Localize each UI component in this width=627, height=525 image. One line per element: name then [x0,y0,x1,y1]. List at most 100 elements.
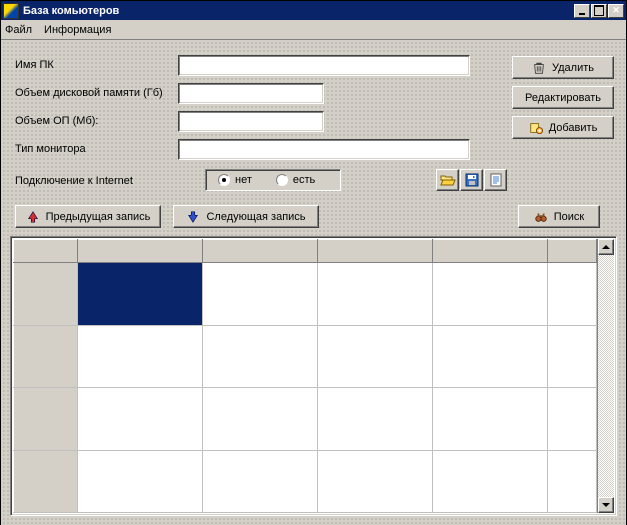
scroll-up-button[interactable] [598,239,614,255]
edit-button[interactable]: Редактировать [512,86,614,109]
label-pc-name: Имя ПК [15,59,54,71]
edit-label: Редактировать [525,92,601,104]
app-icon [3,3,19,19]
report-button[interactable] [484,169,507,191]
open-folder-icon [440,172,456,188]
label-internet: Подключение к Internet [15,175,133,187]
scroll-down-button[interactable] [598,497,614,513]
close-icon: ✕ [612,6,620,15]
grid-cell[interactable] [78,325,203,388]
maximize-icon [594,5,604,16]
monitor-input[interactable] [179,140,469,159]
grid-cell-selected[interactable] [78,263,203,326]
grid-cell[interactable] [433,263,548,326]
grid-cell[interactable] [433,388,548,451]
grid-cell[interactable] [203,388,318,451]
save-button[interactable] [460,169,483,191]
report-icon [488,172,504,188]
radio-yes-label: есть [293,174,315,186]
chevron-down-icon [602,503,610,507]
label-ram: Объем ОП (Мб): [15,115,98,127]
pc-name-field[interactable] [178,55,470,76]
col-header[interactable] [318,240,433,263]
grid-cell[interactable] [318,450,433,513]
col-header[interactable] [203,240,318,263]
grid-cell[interactable] [203,263,318,326]
close-button[interactable]: ✕ [608,4,624,18]
grid-cell[interactable] [78,450,203,513]
grid-cell[interactable] [548,263,597,326]
application-window: База комьютеров ✕ Файл Информация Имя ПК… [0,0,627,525]
grid-table [13,239,597,513]
next-record-button[interactable]: Следующая запись [173,205,319,228]
open-button[interactable] [436,169,459,191]
grid-cell[interactable] [318,388,433,451]
grid-row[interactable] [14,263,597,326]
grid-cell[interactable] [318,325,433,388]
minimize-button[interactable] [574,4,590,18]
grid-cell[interactable] [203,325,318,388]
data-grid[interactable] [10,236,617,516]
next-label: Следующая запись [206,211,305,223]
arrow-up-icon [26,210,40,224]
grid-cell[interactable] [548,450,597,513]
prev-label: Предыдущая запись [46,211,151,223]
col-header[interactable] [548,240,597,263]
menu-file[interactable]: Файл [5,24,32,36]
delete-button[interactable]: Удалить [512,56,614,79]
window-title: База комьютеров [23,5,119,17]
disk-input[interactable] [179,84,323,103]
grid-cell[interactable] [433,325,548,388]
scroll-track[interactable] [598,255,614,497]
trash-icon [532,61,546,75]
maximize-button[interactable] [591,4,607,18]
grid-row[interactable] [14,450,597,513]
label-monitor: Тип монитора [15,143,86,155]
grid-cell[interactable] [548,325,597,388]
monitor-field[interactable] [178,139,470,160]
vertical-scrollbar[interactable] [597,239,614,513]
search-button[interactable]: Поиск [518,205,600,228]
radio-no-label: нет [235,174,252,186]
grid-header-row [14,240,597,263]
grid-cell[interactable] [78,388,203,451]
row-header[interactable] [14,388,78,451]
titlebar: База комьютеров ✕ [1,1,626,20]
grid-cell[interactable] [433,450,548,513]
col-header[interactable] [78,240,203,263]
floppy-icon [464,172,480,188]
prev-record-button[interactable]: Предыдущая запись [15,205,161,228]
minimize-icon [579,13,585,15]
radio-yes[interactable]: есть [276,174,315,186]
grid-cell[interactable] [318,263,433,326]
delete-label: Удалить [552,62,594,74]
disk-field[interactable] [178,83,324,104]
radio-no-circle [218,174,230,186]
row-header-corner[interactable] [14,240,78,263]
col-header[interactable] [433,240,548,263]
internet-radio-panel: нет есть [205,169,341,191]
binoculars-icon [534,210,548,224]
chevron-up-icon [602,245,610,249]
row-header[interactable] [14,263,78,326]
ram-input[interactable] [179,112,323,131]
grid-cell[interactable] [203,450,318,513]
label-disk: Объем дисковой памяти (Гб) [15,87,163,99]
radio-no[interactable]: нет [218,174,252,186]
add-label: Добавить [549,122,598,134]
search-label: Поиск [554,211,584,223]
add-record-icon [529,121,543,135]
ram-field[interactable] [178,111,324,132]
radio-yes-circle [276,174,288,186]
menu-info[interactable]: Информация [44,24,111,36]
add-button[interactable]: Добавить [512,116,614,139]
radio-dot-icon [222,178,226,182]
client-area: Имя ПК Объем дисковой памяти (Гб) Объем … [1,40,626,525]
grid-row[interactable] [14,325,597,388]
row-header[interactable] [14,450,78,513]
row-header[interactable] [14,325,78,388]
grid-cell[interactable] [548,388,597,451]
grid-row[interactable] [14,388,597,451]
menubar: Файл Информация [1,20,626,40]
pc-name-input[interactable] [179,56,469,75]
